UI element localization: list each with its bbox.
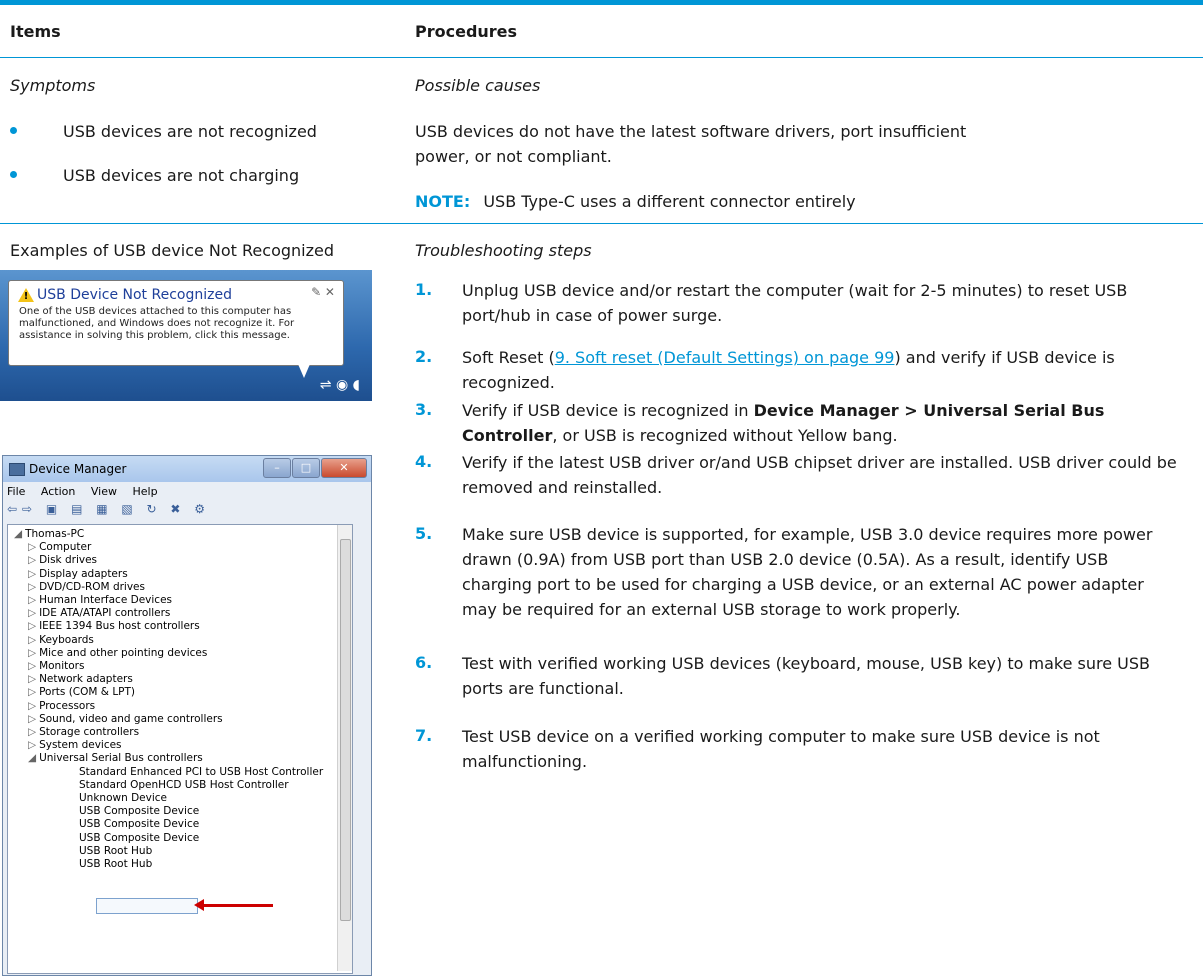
possible-causes-label: Possible causes [415, 76, 541, 95]
tree-item: ▷ IEEE 1394 Bus host controllers [28, 620, 200, 633]
step-number: 7. [415, 726, 433, 745]
close-icon: ✕ [321, 458, 367, 478]
device-tree: ◢ Thomas-PC ▷ Computer ▷ Disk drives ▷ Display … [7, 524, 353, 974]
possible-causes-text: USB devices do not have the latest softw… [415, 122, 967, 166]
menu-action: Action [40, 485, 76, 498]
symptom-2: USB devices are not charging [63, 166, 300, 185]
tree-item: ▷ Monitors [28, 660, 85, 672]
column-header-procedures: Procedures [415, 22, 518, 41]
tree-child-item: Standard Enhanced PCI to USB Host Contro… [79, 765, 324, 778]
dm-menubar: File Action View Help [7, 485, 170, 498]
step-number: 6. [415, 653, 433, 672]
tree-item: ▷ Ports (COM & LPT) [28, 686, 136, 699]
step-number: 3. [415, 400, 433, 419]
notification-title: USB Device Not Recognized [37, 287, 232, 303]
window-buttons: – □ ✕ [262, 458, 367, 478]
tree-item: ▷ IDE ATA/ATAPI controllers [28, 607, 171, 620]
step-text: Verify if the latest USB driver or/and U… [462, 453, 1177, 497]
symptom-1: USB devices are not recognized [63, 122, 317, 141]
usb-notification-screenshot: ! USB Device Not Recognized ✎ ✕ One of t… [0, 270, 372, 401]
tree-child-item: USB Composite Device [79, 818, 200, 831]
notification-body: One of the USB devices attached to this … [19, 306, 295, 341]
examples-label: Examples of USB device Not Recognized [10, 241, 334, 260]
tree-child-item: Standard OpenHCD USB Host Controller [79, 778, 289, 791]
tree-item: ▷ Network adapters [28, 673, 133, 686]
tree-item: ▷ Keyboards [28, 633, 94, 646]
note-text: USB Type-C uses a different connector en… [483, 192, 856, 211]
menu-view: View [90, 485, 117, 498]
step-text: Verify if USB device is recognized in De… [462, 401, 1105, 445]
tree-item: ▷ Display adapters [28, 567, 128, 580]
device-manager-path: Device Manager > Universal Serial Bus Co… [462, 401, 1105, 445]
tree-child-item: USB Composite Device [79, 805, 200, 818]
bullet-1 [10, 127, 17, 134]
notification-controls: ✎ ✕ [311, 285, 335, 299]
maximize-icon: □ [292, 458, 320, 478]
tree-item: ▷ Mice and other pointing devices [28, 646, 208, 659]
tree-item: ▷ Human Interface Devices [28, 594, 173, 606]
tray-icons: ⇌ ◉ ◖ [319, 377, 360, 393]
column-header-items: Items [10, 22, 61, 41]
note: NOTE: USB Type-C uses a different connec… [415, 189, 856, 214]
red-arrow [203, 904, 273, 907]
note-label: NOTE: [415, 192, 471, 211]
step-number: 1. [415, 280, 433, 299]
soft-reset-link[interactable]: 9. Soft reset (Default Settings) on page… [555, 348, 895, 367]
troubleshooting-label: Troubleshooting steps [415, 241, 592, 260]
dm-title: Device Manager [29, 462, 127, 476]
tree-item: ▷ DVD/CD-ROM drives [28, 580, 145, 593]
device-manager-screenshot: Device Manager – □ ✕ File Action View He… [2, 455, 372, 976]
tree-item: ▷ Disk drives [28, 554, 98, 567]
red-arrow-head [194, 899, 204, 911]
unknown-device-highlight [96, 898, 198, 914]
balloon-tail [298, 364, 310, 378]
tree-child-item: USB Root Hub [79, 858, 153, 870]
tree-item: ▷ Processors [28, 699, 96, 712]
step-text: Test with verified working USB devices (… [462, 654, 1150, 698]
menu-help: Help [132, 485, 158, 498]
tree-item: ▷ System devices [28, 739, 122, 752]
tree-root: ◢ Thomas-PC [14, 528, 85, 540]
tree-scrollbar [337, 525, 352, 971]
tree-item: ▷ Storage controllers [28, 726, 140, 738]
step-number: 2. [415, 347, 433, 366]
tree-item: ◢ Universal Serial Bus controllers [28, 752, 203, 765]
header-divider [0, 57, 1203, 58]
unknown-device-item: Unknown Device [79, 792, 167, 804]
dm-title-bar: Device Manager – □ ✕ [3, 456, 371, 482]
menu-file: File [7, 485, 26, 498]
step-text: Soft Reset (9. Soft reset (Default Setti… [462, 348, 1115, 392]
step-number: 5. [415, 524, 433, 543]
top-accent-bar [0, 0, 1203, 5]
step-text: Test USB device on a verified working co… [462, 727, 1100, 771]
notification-balloon: ! USB Device Not Recognized ✎ ✕ One of t… [8, 280, 344, 366]
step-number: 4. [415, 452, 433, 471]
tree-child-item: USB Root Hub [79, 844, 153, 857]
dm-toolbar-icons: ⇦⇨ ▣ ▤ ▦ ▧ ↻ ✖ ⚙ [7, 502, 211, 516]
device-manager-icon [9, 463, 25, 476]
symptoms-label: Symptoms [10, 76, 96, 95]
step-text: Make sure USB device is supported, for e… [462, 525, 1153, 619]
tree-item: ▷ Computer [28, 541, 92, 554]
tree-child-item: USB Composite Device [79, 831, 200, 844]
step-text: Unplug USB device and/or restart the com… [462, 281, 1128, 325]
minimize-icon: – [263, 458, 291, 478]
bullet-2 [10, 171, 17, 178]
row-divider [0, 223, 1203, 224]
tree-item: ▷ Sound, video and game controllers [28, 712, 223, 725]
